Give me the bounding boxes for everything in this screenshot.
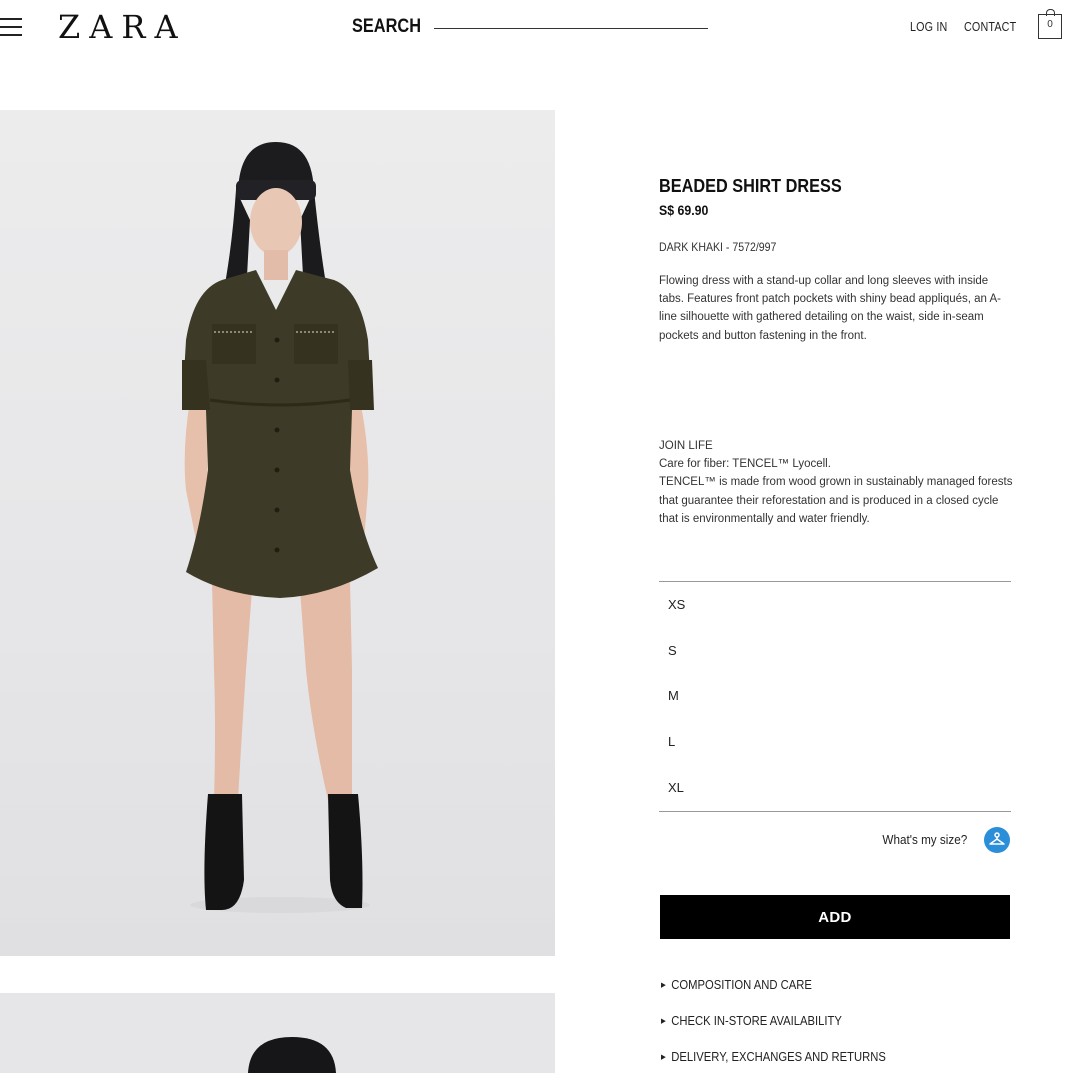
menu-icon[interactable] — [0, 16, 24, 38]
cart-count: 0 — [1047, 19, 1053, 30]
delivery-returns-link[interactable]: ▶ DELIVERY, EXCHANGES AND RETURNS — [661, 1050, 886, 1064]
size-selector: XS S M L XL — [659, 581, 1011, 812]
size-guide-label[interactable]: What's my size? — [882, 832, 967, 847]
join-life-heading: JOIN LIFE — [659, 440, 713, 452]
size-option-m[interactable]: M — [668, 688, 998, 703]
size-guide-link[interactable]: What's my size? — [873, 832, 967, 847]
size-option-s[interactable]: S — [668, 643, 998, 658]
size-option-l[interactable]: L — [668, 734, 998, 749]
hanger-icon[interactable] — [984, 827, 1010, 853]
product-image-secondary[interactable] — [0, 993, 555, 1073]
store-availability-label[interactable]: CHECK IN-STORE AVAILABILITY — [671, 1014, 842, 1028]
triangle-right-icon: ▶ — [661, 981, 666, 989]
store-availability-link[interactable]: ▶ CHECK IN-STORE AVAILABILITY — [661, 1014, 842, 1028]
search-underline[interactable] — [434, 28, 708, 29]
delivery-returns-label[interactable]: DELIVERY, EXCHANGES AND RETURNS — [671, 1050, 886, 1064]
model-illustration — [182, 142, 378, 913]
model-illustration-secondary — [248, 1037, 336, 1073]
color-reference: DARK KHAKI - 7572/997 — [659, 240, 777, 254]
composition-care-label[interactable]: COMPOSITION AND CARE — [671, 978, 812, 992]
product-image[interactable] — [0, 110, 555, 956]
contact-link[interactable]: CONTACT — [964, 20, 1016, 34]
add-to-cart-button[interactable]: ADD — [660, 895, 1010, 939]
search-field[interactable]: SEARCH — [352, 16, 708, 38]
cart-icon[interactable]: 0 — [1038, 9, 1062, 39]
product-title: BEADED SHIRT DRESS — [659, 175, 842, 196]
join-life-text: TENCEL™ is made from wood grown in susta… — [659, 476, 1013, 525]
triangle-right-icon: ▶ — [661, 1053, 666, 1061]
join-life-care: Care for fiber: TENCEL™ Lyocell. — [659, 458, 831, 471]
join-life-section: JOIN LIFE Care for fiber: TENCEL™ Lyocel… — [659, 437, 1014, 528]
product-description: Flowing dress with a stand-up collar and… — [659, 275, 1002, 342]
size-option-xs[interactable]: XS — [668, 597, 998, 612]
product-price: S$ 69.90 — [659, 202, 709, 218]
search-label[interactable]: SEARCH — [352, 16, 421, 38]
triangle-right-icon: ▶ — [661, 1017, 666, 1025]
composition-care-link[interactable]: ▶ COMPOSITION AND CARE — [661, 978, 812, 992]
zara-logo[interactable]: ZARA — [58, 8, 187, 46]
login-link[interactable]: LOG IN — [910, 20, 947, 34]
size-option-xl[interactable]: XL — [668, 780, 998, 795]
